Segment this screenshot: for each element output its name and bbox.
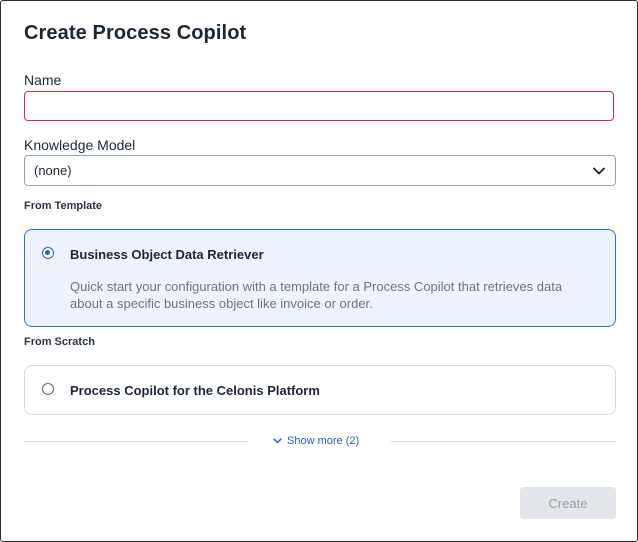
from-template-label: From Template: [24, 200, 103, 212]
show-more-button[interactable]: Show more (2): [273, 435, 359, 447]
name-input[interactable]: [24, 91, 614, 121]
radio-button-unselected[interactable]: [42, 383, 54, 395]
template-option-business-object-data-retriever[interactable]: Business Object Data Retriever Quick sta…: [24, 229, 616, 327]
radio-button-selected[interactable]: [42, 247, 54, 259]
knowledge-model-label: Knowledge Model: [24, 137, 136, 153]
scratch-option-title: Process Copilot for the Celonis Platform: [70, 383, 320, 398]
create-button[interactable]: Create: [520, 487, 616, 519]
from-scratch-label: From Scratch: [24, 336, 95, 348]
template-option-description: Quick start your configuration with a te…: [70, 279, 563, 311]
template-option-title: Business Object Data Retriever: [70, 247, 264, 262]
show-more-label: Show more (2): [287, 435, 360, 447]
divider-left: [24, 441, 248, 442]
dialog-title: Create Process Copilot: [24, 22, 247, 44]
knowledge-model-value: (none): [34, 163, 72, 178]
divider-right: [391, 441, 616, 442]
chevron-down-icon: [273, 435, 282, 447]
name-label: Name: [24, 72, 62, 88]
knowledge-model-select[interactable]: (none): [24, 155, 616, 186]
chevron-down-icon: [593, 163, 605, 178]
scratch-option-process-copilot-celonis[interactable]: Process Copilot for the Celonis Platform: [24, 365, 616, 415]
create-process-copilot-dialog: Create Process Copilot Name Knowledge Mo…: [0, 0, 638, 542]
